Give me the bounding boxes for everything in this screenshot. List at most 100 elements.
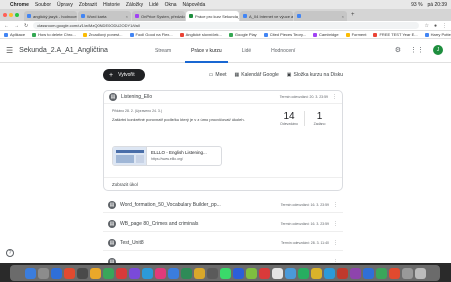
dock-app-icon[interactable] bbox=[349, 267, 361, 279]
browser-tab[interactable]: × bbox=[294, 11, 347, 21]
tab-stream[interactable]: Stream bbox=[155, 39, 171, 63]
bookmark-item[interactable]: Fooll Good na Flex... bbox=[129, 32, 173, 37]
dock-app-icon[interactable] bbox=[219, 267, 231, 279]
assignment-row[interactable]: ▤ ⋮ bbox=[103, 254, 343, 263]
menubar-item[interactable]: Soubor bbox=[35, 2, 51, 8]
menubar-item[interactable]: Okna bbox=[165, 2, 177, 8]
create-button[interactable]: + Vytvořit bbox=[103, 69, 145, 81]
dock-app-icon[interactable] bbox=[115, 267, 127, 279]
course-title[interactable]: Sekunda_2.A_A1_Angličtina bbox=[19, 47, 108, 54]
bookmark-item[interactable]: Zrcadlový ponest... bbox=[82, 32, 123, 37]
menubar-app-name[interactable]: Chrome bbox=[10, 2, 29, 8]
menubar-item[interactable]: Záložky bbox=[126, 2, 143, 8]
dock-app-icon[interactable] bbox=[297, 267, 309, 279]
bookmark-item[interactable]: FREE TEST Year E... bbox=[373, 32, 418, 37]
dock-app-icon[interactable] bbox=[37, 267, 49, 279]
assignment-row-title[interactable]: Test_Unit8 bbox=[120, 240, 144, 246]
maximize-window-icon[interactable] bbox=[15, 13, 19, 17]
dock-app-icon[interactable] bbox=[63, 267, 75, 279]
menubar-item[interactable]: Lidé bbox=[149, 2, 158, 8]
menu-dots-icon[interactable]: ⋮ bbox=[442, 23, 447, 29]
more-options-icon[interactable]: ⋮ bbox=[333, 202, 338, 208]
view-assignment-link[interactable]: Zobrazit úkol bbox=[104, 177, 342, 190]
bookmark-item[interactable]: Cited Pieces Teory... bbox=[263, 32, 306, 37]
dock-app-icon[interactable] bbox=[284, 267, 296, 279]
more-options-icon[interactable]: ⋮ bbox=[333, 221, 338, 227]
assignment-title[interactable]: Listening_Ello bbox=[121, 94, 152, 100]
back-icon[interactable]: ← bbox=[4, 23, 9, 29]
reload-icon[interactable]: ↻ bbox=[24, 23, 28, 29]
dock-app-icon[interactable] bbox=[154, 267, 166, 279]
dock-app-icon[interactable] bbox=[24, 267, 36, 279]
help-icon[interactable]: ? bbox=[6, 249, 14, 257]
assigned-stat[interactable]: 1 Zadáno bbox=[304, 111, 334, 126]
tab-people[interactable]: Lidé bbox=[242, 39, 251, 63]
assignment-header[interactable]: ▤ Listening_Ello Termín odevzdání: 20. 3… bbox=[104, 91, 342, 104]
tab-classwork[interactable]: Práce v kurzu bbox=[185, 39, 228, 63]
more-options-icon[interactable]: ⋮ bbox=[332, 94, 337, 100]
close-window-icon[interactable] bbox=[3, 13, 7, 17]
dock-app-icon[interactable] bbox=[310, 267, 322, 279]
dock-app-icon[interactable] bbox=[362, 267, 374, 279]
assignment-row[interactable]: ▤ Word_formation_50_Vocabulary Builder_pp… bbox=[103, 197, 343, 213]
more-options-icon[interactable]: ⋮ bbox=[333, 240, 338, 246]
assignment-row[interactable]: ▤ WB_page 80_Crimes and criminals Termín o… bbox=[103, 216, 343, 232]
browser-tab[interactable]: OnPrice Systen, předzdobný× bbox=[132, 11, 185, 21]
profile-icon[interactable]: ● bbox=[434, 23, 437, 29]
tab-grades[interactable]: Hodnocení bbox=[271, 39, 295, 63]
avatar[interactable]: J bbox=[433, 45, 443, 55]
clock[interactable]: pá 20:39 bbox=[428, 2, 447, 8]
calendar-link[interactable]: ▦ Kalendář Google bbox=[235, 72, 279, 78]
turned-in-stat[interactable]: 14 Odevzdáno bbox=[274, 111, 304, 126]
minimize-window-icon[interactable] bbox=[9, 13, 13, 17]
bookmark-item[interactable]: Harry Potter a ská... bbox=[424, 32, 451, 37]
dock-app-icon[interactable] bbox=[401, 267, 413, 279]
dock-app-icon[interactable] bbox=[271, 267, 283, 279]
dock-app-icon[interactable] bbox=[336, 267, 348, 279]
dock-app-icon[interactable] bbox=[89, 267, 101, 279]
dock-app-icon[interactable] bbox=[388, 267, 400, 279]
menubar-item[interactable]: Úpravy bbox=[57, 2, 73, 8]
dock-app-icon[interactable] bbox=[180, 267, 192, 279]
bookmark-item[interactable]: Google Play bbox=[228, 32, 257, 37]
browser-tab[interactable]: anglický jazyk - hodnocení× bbox=[24, 11, 77, 21]
dock-app-icon[interactable] bbox=[245, 267, 257, 279]
dock-app-icon[interactable] bbox=[193, 267, 205, 279]
bookmark-item[interactable]: How to delete Chro... bbox=[32, 32, 76, 37]
dock-app-icon[interactable] bbox=[141, 267, 153, 279]
url-field[interactable]: classroom.google.com/u/1/w/MzQ0NDE0ODU2O… bbox=[33, 22, 420, 29]
dock-app-icon[interactable] bbox=[258, 267, 270, 279]
settings-gear-icon[interactable]: ⚙ bbox=[395, 46, 401, 54]
menubar-item[interactable]: Zobrazit bbox=[79, 2, 97, 8]
browser-tab[interactable]: A_04 Internet ve výuce angl× bbox=[240, 11, 293, 21]
dock-app-icon[interactable] bbox=[206, 267, 218, 279]
meet-link[interactable]: ▭ Meet bbox=[209, 72, 227, 78]
dock-app-icon[interactable] bbox=[128, 267, 140, 279]
dock-app-icon[interactable] bbox=[76, 267, 88, 279]
dock-app-icon[interactable] bbox=[414, 267, 426, 279]
bookmark-item[interactable]: Forment bbox=[345, 32, 366, 37]
forward-icon[interactable]: → bbox=[14, 23, 19, 29]
bookmark-item[interactable]: Anglické slovníček... bbox=[179, 32, 222, 37]
dock-app-icon[interactable] bbox=[375, 267, 387, 279]
menubar-item[interactable]: Nápověda bbox=[183, 2, 206, 8]
tab-close-icon[interactable]: × bbox=[342, 14, 344, 19]
drive-folder-link[interactable]: ▣ Složka kurzu na Disku bbox=[287, 72, 343, 78]
link-attachment[interactable]: ELLLO - English Listening... https://www… bbox=[112, 146, 222, 166]
assignment-row[interactable]: ▤ Test_Unit8 Termín odevzdání: 28. 3. 11:4… bbox=[103, 235, 343, 251]
star-icon[interactable]: ☆ bbox=[424, 23, 428, 29]
browser-tab[interactable]: Word karta × bbox=[78, 11, 131, 21]
browser-tab[interactable]: Práce pro kurz Sekunda_2.A× bbox=[186, 11, 239, 21]
dock-app-icon[interactable] bbox=[323, 267, 335, 279]
new-tab-icon[interactable]: + bbox=[348, 12, 358, 18]
dock-app-icon[interactable] bbox=[167, 267, 179, 279]
dock-app-icon[interactable] bbox=[50, 267, 62, 279]
dock-app-icon[interactable] bbox=[232, 267, 244, 279]
bookmark-item[interactable]: Aplikace bbox=[4, 32, 25, 37]
dock-app-icon[interactable] bbox=[102, 267, 114, 279]
assignment-row-title[interactable]: WB_page 80_Crimes and criminals bbox=[120, 221, 198, 227]
assignment-row-title[interactable]: Word_formation_50_Vocabulary Builder_pp.… bbox=[120, 202, 221, 208]
bookmark-item[interactable]: Cambridge bbox=[313, 32, 339, 37]
menubar-item[interactable]: Historie bbox=[103, 2, 120, 8]
battery-indicator[interactable]: 93 % bbox=[411, 2, 422, 8]
